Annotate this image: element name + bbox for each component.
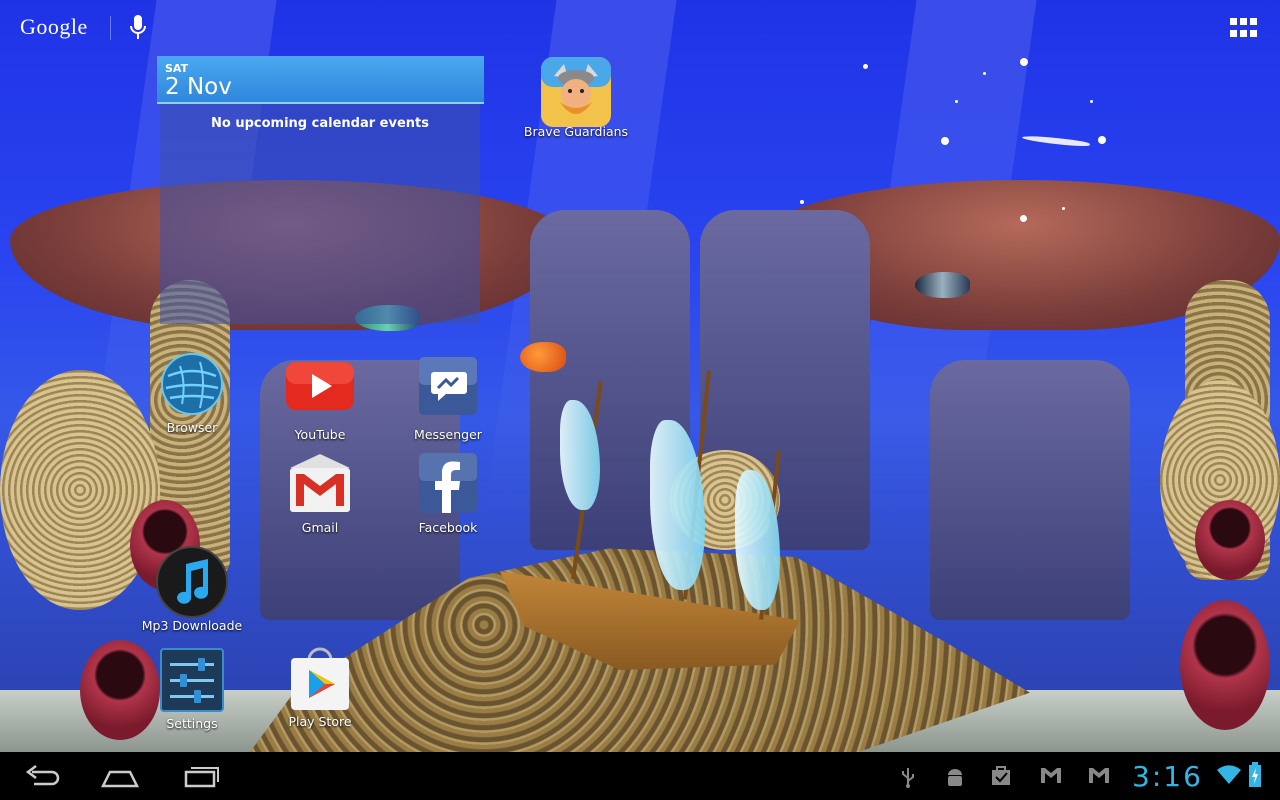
app-settings[interactable]: Settings [137, 648, 247, 731]
app-label: Browser [166, 420, 218, 435]
calendar-header[interactable]: SAT 2 Nov [157, 56, 484, 104]
gmail-icon [288, 452, 352, 516]
clock[interactable]: 3:16 [1132, 760, 1203, 793]
app-brave-guardians[interactable]: Brave Guardians [521, 56, 631, 139]
calendar-empty-message: No upcoming calendar events [211, 116, 429, 131]
youtube-icon [284, 360, 356, 416]
app-label: YouTube [294, 427, 346, 442]
globe-icon [160, 352, 224, 416]
facebook-icon [418, 452, 478, 514]
calendar-day: SAT [165, 62, 189, 75]
calendar-events-list[interactable]: No upcoming calendar events [160, 104, 480, 324]
calendar-widget[interactable]: SAT 2 Nov No upcoming calendar events [157, 56, 484, 324]
app-label: Settings [166, 716, 218, 731]
calendar-date: 2 Nov [165, 74, 232, 100]
usb-icon [900, 766, 916, 788]
gmail-notification-icon [1088, 766, 1110, 786]
back-icon[interactable] [22, 760, 62, 792]
play-store-icon [287, 646, 353, 712]
app-label: Gmail [301, 520, 339, 535]
mic-icon[interactable] [128, 14, 148, 42]
app-facebook[interactable]: Facebook [393, 452, 503, 535]
gmail-notification-icon [1040, 766, 1062, 786]
app-browser[interactable]: Browser [137, 352, 247, 435]
battery-charging-icon [1248, 762, 1262, 788]
recent-apps-icon[interactable] [182, 760, 222, 792]
all-apps-icon[interactable] [1230, 18, 1258, 38]
home-icon[interactable] [100, 760, 140, 792]
brave-guardians-icon [541, 56, 611, 127]
android-debug-icon [945, 766, 965, 786]
google-search-button[interactable]: Google [20, 14, 88, 40]
tasks-icon [991, 766, 1011, 786]
app-youtube[interactable]: YouTube [265, 360, 375, 442]
app-label: Messenger [414, 427, 482, 442]
app-messenger[interactable]: Messenger [393, 356, 503, 442]
search-divider [110, 16, 111, 40]
wifi-icon [1216, 764, 1242, 784]
app-play-store[interactable]: Play Store [265, 646, 375, 729]
system-navigation-bar: 3:16 [0, 752, 1280, 800]
messenger-icon [418, 356, 478, 416]
settings-sliders-icon [160, 648, 224, 712]
app-gmail[interactable]: Gmail [265, 452, 375, 535]
app-label: Mp3 Downloade [141, 618, 243, 633]
app-label: Play Store [288, 714, 352, 729]
music-note-icon [156, 546, 228, 618]
app-label: Facebook [418, 520, 478, 535]
app-mp3-downloader[interactable]: Mp3 Downloade [137, 546, 247, 633]
